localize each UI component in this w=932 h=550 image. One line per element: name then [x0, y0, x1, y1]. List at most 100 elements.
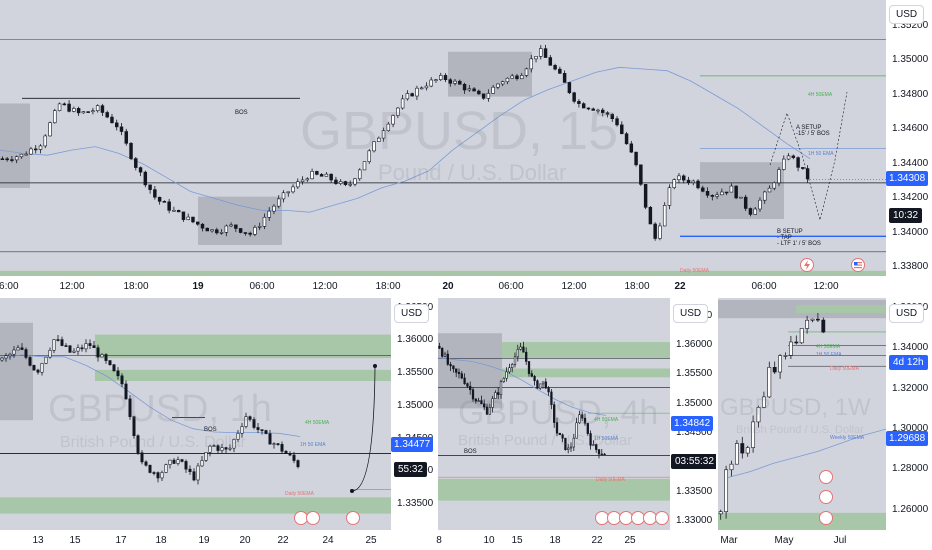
candle-body	[243, 232, 248, 234]
bos-label-1h: BOS	[204, 427, 217, 433]
candle-body	[156, 472, 160, 479]
candle-body	[624, 133, 629, 145]
chart-1h[interactable]: GBPUSD, 1h British Pound / U.S. Dollar B…	[0, 298, 391, 530]
candle-body	[734, 443, 739, 465]
us-flag-event-icon[interactable]	[819, 511, 833, 525]
x-tick-label: 25	[365, 535, 377, 546]
currency-button-1w[interactable]: USD	[889, 304, 925, 323]
candle-body	[120, 375, 124, 385]
last-price-4h: 1.34842	[671, 416, 714, 431]
y-tick-label: 1.34200	[892, 192, 929, 204]
candle-body	[739, 196, 743, 199]
candle-body	[515, 75, 519, 80]
chart-15m[interactable]: GBPUSD, 15 Pound / U.S. Dollar BOS A SET…	[0, 0, 886, 276]
candle-body	[805, 168, 810, 180]
candle-body	[334, 179, 338, 184]
us-flag-event-icon[interactable]	[655, 511, 669, 525]
chart-1w[interactable]: GBPUSD, 1W British Pound / U.S. Dollar 4…	[718, 298, 886, 530]
flash-event-icon[interactable]	[819, 470, 833, 484]
candle-body	[533, 375, 536, 382]
candle-body	[143, 171, 148, 186]
subtitle-1h: British Pound / U.S. Dollar	[60, 434, 246, 451]
candle-body	[720, 191, 724, 196]
candle-body	[191, 216, 195, 223]
us-flag-event-icon[interactable]	[306, 511, 320, 525]
y-axis-1w[interactable]: 1.360001.340001.320001.300001.280001.260…	[886, 298, 932, 530]
currency-button-4h[interactable]: USD	[673, 304, 709, 323]
us-flag-event-icon[interactable]	[346, 511, 360, 525]
x-axis-1w[interactable]: Mar May Jul	[718, 530, 886, 550]
grey-zone	[448, 51, 532, 97]
ema-1h-label-4h: 1H 50EMA	[594, 436, 619, 442]
candle-body	[319, 174, 324, 177]
y-axis-1h[interactable]: 1.365001.360001.355001.350001.345001.340…	[391, 298, 436, 530]
us-flag-event-icon[interactable]	[819, 490, 833, 504]
candle-body	[64, 345, 68, 347]
currency-button-15m[interactable]: USD	[889, 5, 925, 24]
candle-body	[778, 355, 783, 373]
candle-body	[467, 88, 472, 91]
candle-body	[124, 131, 128, 144]
ema-daily-label-15m: Daily 50EMA	[680, 268, 709, 274]
candle-body	[272, 205, 276, 212]
candle-body	[348, 183, 352, 186]
flash-event-icon[interactable]	[800, 258, 814, 272]
candle-body	[799, 328, 804, 344]
candle-body	[200, 223, 205, 229]
candle-body	[460, 373, 463, 379]
candle-body	[10, 159, 14, 161]
x-axis-15m[interactable]: 06:00 12:00 18:00 19 06:00 12:00 18:00 20 06:00 1…	[0, 276, 886, 296]
candle-body	[184, 461, 188, 470]
candle-body	[68, 345, 72, 353]
candle-body	[481, 93, 486, 99]
candle-body	[19, 153, 24, 158]
x-tick-label: 12:00	[813, 281, 839, 292]
x-axis-4h[interactable]: 8 10 15 18 22 25	[436, 530, 670, 550]
y-tick-label: 1.33000	[676, 515, 713, 527]
candle-body	[794, 341, 799, 344]
y-tick-label: 1.36000	[676, 338, 713, 350]
candle-body	[115, 122, 119, 128]
y-tick-label: 1.32000	[892, 382, 929, 394]
projection-end-dot	[373, 364, 377, 368]
ema-weekly-label-1w: Weekly 50EMA	[830, 435, 865, 441]
candle-body	[767, 367, 772, 398]
candle-body	[248, 232, 252, 235]
candle-body	[268, 433, 272, 445]
candle-body	[153, 189, 157, 198]
candle-body	[452, 365, 455, 370]
candle-body	[777, 169, 781, 184]
candle-body	[148, 184, 152, 190]
candle-body	[284, 450, 288, 454]
candle-body	[788, 341, 793, 356]
demand-zone	[718, 512, 886, 530]
candle-body	[634, 151, 638, 166]
grey-zone	[0, 322, 33, 421]
y-tick-label: 1.35000	[676, 397, 713, 409]
y-axis-15m[interactable]: 1.35200 1.35000 1.34800 1.34600 1.34400 1.342…	[886, 0, 932, 276]
candle-body	[477, 90, 481, 95]
candle-body	[505, 77, 510, 83]
candle-body	[643, 184, 648, 208]
candle-body	[176, 459, 180, 464]
us-flag-event-icon[interactable]	[851, 258, 865, 272]
candle-body	[96, 347, 100, 358]
candle-body	[541, 381, 545, 385]
y-tick-label: 1.35000	[892, 54, 929, 66]
x-tick-label: 18	[155, 535, 167, 546]
chart-4h[interactable]: GBPUSD, 4h British Pound / U.S. Dollar B…	[438, 298, 670, 530]
ema-1h-label-15m: 1H 50 EMA	[808, 151, 834, 157]
candle-body	[620, 124, 624, 135]
bos-label-15m: BOS	[235, 110, 248, 116]
y-axis-4h[interactable]: 1.365001.360001.355001.350001.345001.335…	[670, 298, 716, 530]
candle-body	[91, 110, 95, 113]
candle-body	[520, 75, 524, 80]
candle-body	[734, 185, 738, 199]
candle-body	[144, 461, 148, 466]
candle-body	[14, 156, 19, 161]
ema-daily-label-4h: Daily 50EMA	[596, 477, 625, 483]
candle-body	[281, 192, 286, 200]
x-axis-1h[interactable]: 13 15 17 18 19 20 22 24 25	[0, 530, 391, 550]
currency-button-1h[interactable]: USD	[394, 304, 430, 323]
candle-body	[305, 178, 310, 181]
